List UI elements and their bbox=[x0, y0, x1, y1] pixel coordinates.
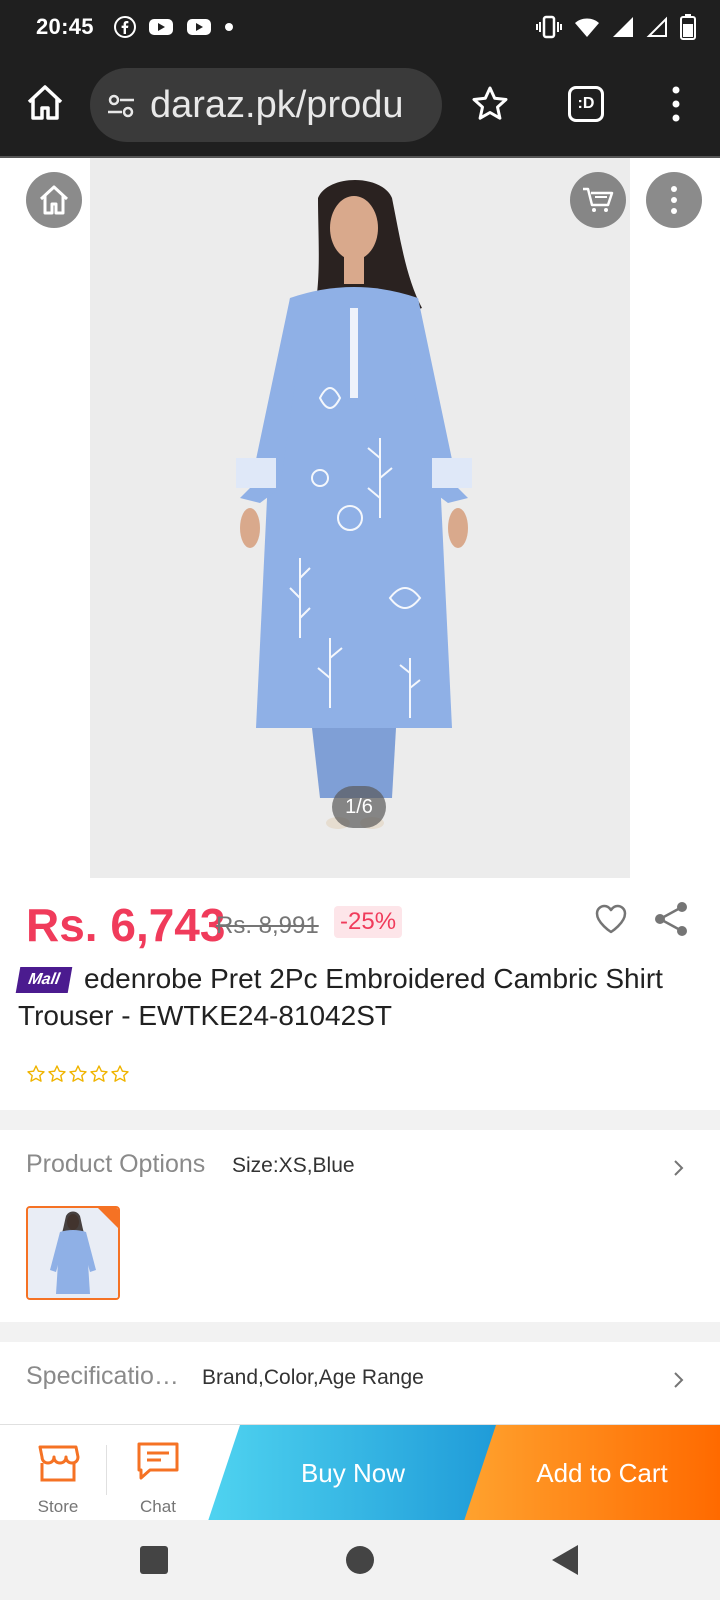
mall-badge: Mall bbox=[15, 967, 73, 993]
store-icon bbox=[38, 1445, 80, 1482]
wifi-icon bbox=[575, 18, 599, 37]
star-empty-icon bbox=[48, 1065, 66, 1082]
section-divider bbox=[0, 1322, 720, 1342]
signal-icon bbox=[613, 17, 633, 37]
vibrate-icon bbox=[536, 15, 562, 39]
battery-icon bbox=[680, 14, 696, 40]
image-counter: 1/6 bbox=[332, 786, 386, 828]
star-empty-icon bbox=[27, 1065, 45, 1082]
system-icons bbox=[536, 14, 696, 40]
product-image[interactable] bbox=[90, 158, 630, 878]
browser-toolbar: daraz.pk/produ :D bbox=[0, 54, 720, 158]
system-nav-bar bbox=[0, 1520, 720, 1600]
signal-empty-icon bbox=[646, 16, 667, 37]
wishlist-heart-icon[interactable] bbox=[594, 902, 628, 936]
product-title-text: edenrobe Pret 2Pc Embroidered Cambric Sh… bbox=[18, 963, 663, 1031]
rating-stars[interactable] bbox=[26, 1064, 130, 1084]
more-overlay-button[interactable] bbox=[646, 172, 702, 228]
product-gallery[interactable]: 1/6 bbox=[0, 158, 720, 878]
back-triangle-icon[interactable] bbox=[546, 1540, 586, 1580]
recents-square-icon[interactable] bbox=[134, 1540, 174, 1580]
more-vert-icon[interactable] bbox=[666, 84, 686, 124]
cart-overlay-button[interactable] bbox=[570, 172, 626, 228]
status-bar: 20:45 bbox=[0, 0, 720, 54]
store-label: Store bbox=[37, 1497, 79, 1516]
home-overlay-button[interactable] bbox=[26, 172, 82, 228]
cart-icon bbox=[583, 187, 614, 212]
notification-icons bbox=[114, 16, 234, 38]
star-empty-icon bbox=[111, 1065, 129, 1082]
facebook-icon bbox=[114, 16, 136, 38]
share-icon[interactable] bbox=[652, 900, 690, 938]
address-bar[interactable]: daraz.pk/produ bbox=[90, 68, 442, 142]
product-title: Mall edenrobe Pret 2Pc Embroidered Cambri… bbox=[15, 960, 708, 1034]
star-empty-icon bbox=[90, 1065, 108, 1082]
product-options-label: Product Options bbox=[26, 1150, 206, 1178]
product-options-row[interactable]: Product Options Size:XS,Blue bbox=[0, 1130, 720, 1204]
discount-badge: -25% bbox=[334, 906, 403, 938]
star-empty-icon bbox=[69, 1065, 87, 1082]
specifications-value: Brand,Color,Age Range bbox=[202, 1366, 424, 1389]
product-options-value: Size:XS,Blue bbox=[232, 1154, 355, 1177]
add-to-cart-button[interactable]: Add to Cart bbox=[464, 1425, 720, 1521]
price-row: Rs. 6,743 Rs. 8,991 -25% bbox=[0, 878, 720, 958]
buy-now-button[interactable]: Buy Now bbox=[208, 1425, 498, 1521]
youtube-icon bbox=[149, 19, 173, 35]
chevron-right-icon bbox=[674, 1160, 684, 1176]
current-price: Rs. 6,743 bbox=[26, 899, 226, 951]
tab-switcher-button[interactable]: :D bbox=[568, 86, 604, 122]
chevron-right-icon bbox=[674, 1372, 684, 1388]
home-circle-icon[interactable] bbox=[340, 1540, 380, 1580]
more-vert-icon bbox=[671, 186, 677, 214]
chat-label: Chat bbox=[140, 1497, 176, 1516]
bookmark-star-icon[interactable] bbox=[470, 84, 510, 124]
specifications-row[interactable]: Specificatio… Brand,Color,Age Range bbox=[0, 1342, 720, 1416]
chat-button[interactable]: Chat bbox=[118, 1425, 198, 1521]
home-icon bbox=[39, 185, 69, 215]
bottom-action-bar: Store Chat Buy Now Add to Cart bbox=[0, 1424, 720, 1521]
section-divider bbox=[0, 1110, 720, 1130]
youtube-icon bbox=[187, 19, 211, 35]
product-photo bbox=[90, 158, 630, 878]
chat-icon bbox=[137, 1442, 179, 1480]
home-icon[interactable] bbox=[22, 80, 68, 126]
variant-thumbnail[interactable] bbox=[26, 1206, 120, 1300]
url-text[interactable]: daraz.pk/produ bbox=[150, 84, 404, 127]
bottom-bar-separator bbox=[106, 1445, 107, 1495]
specifications-label: Specificatio… bbox=[26, 1362, 179, 1390]
original-price: Rs. 8,991 bbox=[216, 912, 319, 939]
dot-icon bbox=[225, 23, 233, 31]
store-button[interactable]: Store bbox=[18, 1425, 98, 1521]
selected-corner-marker bbox=[98, 1208, 118, 1228]
site-settings-icon[interactable] bbox=[106, 91, 136, 121]
status-time: 20:45 bbox=[36, 14, 94, 39]
